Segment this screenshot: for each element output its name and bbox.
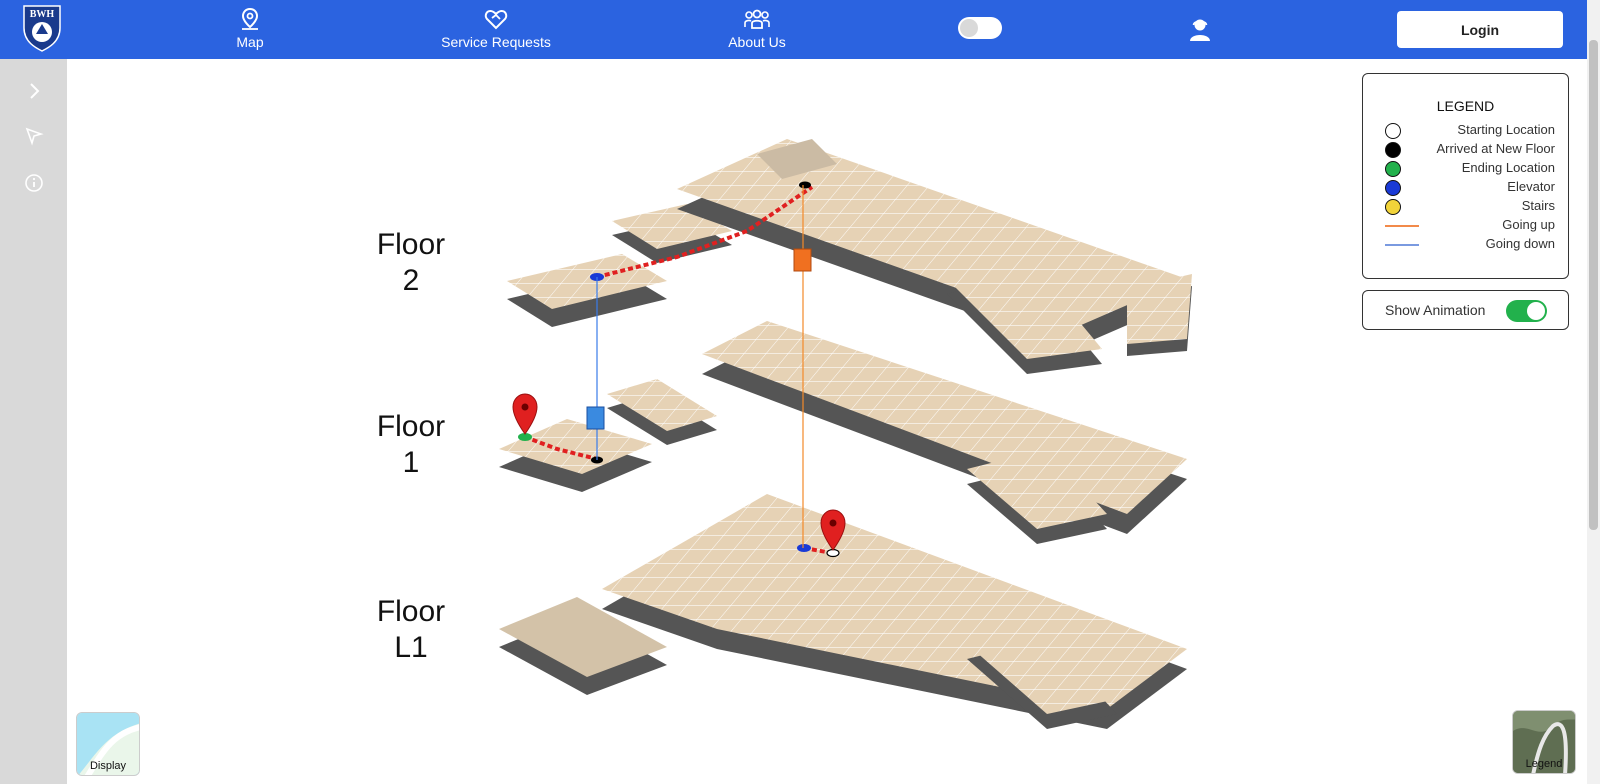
legend-button-label: Legend [1525,758,1563,770]
toggle-knob [960,19,978,37]
nav-map[interactable]: Map [220,6,280,56]
login-button[interactable]: Login [1397,11,1563,48]
cursor-pointer-icon[interactable] [22,124,46,148]
show-animation-control: Show Animation [1362,290,1569,330]
map-pin-icon [220,6,280,32]
legend-item: Arrived at New Floor [1385,141,1555,159]
user-headset-icon[interactable] [1187,16,1213,42]
arrived-new-floor-swatch [1385,142,1401,158]
ending-location-swatch [1385,161,1401,177]
nav-service-requests[interactable]: Service Requests [430,6,562,56]
floor-map[interactable] [67,59,1587,784]
floor-2-label: Floor 2 [376,228,446,297]
show-animation-label: Show Animation [1385,302,1486,318]
scrollbar-thumb[interactable] [1589,40,1598,530]
floor-1-label: Floor 1 [376,410,446,479]
going-down-swatch [1385,244,1419,246]
starting-location-swatch [1385,123,1401,139]
top-nav-bar: BWH Map Service Requests About Us Login [0,0,1587,59]
nav-service-requests-label: Service Requests [441,34,551,50]
legend-item: Ending Location [1385,160,1555,178]
floor-2-plan [507,139,1192,374]
toggle-knob [1527,302,1545,320]
legend-toggle-button[interactable]: Legend [1512,710,1576,774]
elevator-up-marker[interactable] [793,248,812,272]
scrollbar[interactable] [1587,0,1600,784]
logo-text: BWH [30,9,55,20]
nav-about-us-label: About Us [728,34,786,50]
chevron-right-icon[interactable] [22,79,46,103]
legend-item: Stairs [1385,198,1555,216]
legend-title: LEGEND [1436,98,1495,114]
map-area[interactable]: Floor 2 Floor 1 Floor L1 [67,59,1587,784]
legend-item: Going down [1385,236,1555,254]
legend-item: Elevator [1385,179,1555,197]
display-button-label: Display [89,760,127,772]
display-button[interactable]: Display [76,712,140,776]
legend-item: Going up [1385,217,1555,235]
bwh-logo[interactable]: BWH [22,4,62,52]
elevator-down-marker[interactable] [586,406,605,430]
show-animation-toggle[interactable] [1506,300,1547,322]
end-location-pin-icon[interactable] [512,393,538,435]
nav-about-us[interactable]: About Us [712,6,802,56]
sidebar [0,59,67,784]
team-icon [712,6,802,32]
heart-handshake-icon [430,6,562,32]
floor-L1-label: Floor L1 [376,595,446,664]
elevator-swatch [1385,180,1401,196]
legend-panel: LEGEND Starting Location Arrived at New … [1362,73,1569,279]
stairs-swatch [1385,199,1401,215]
theme-toggle[interactable] [958,17,1002,39]
nav-map-label: Map [236,34,264,50]
going-up-swatch [1385,225,1419,227]
info-icon[interactable] [22,171,46,195]
legend-item: Starting Location [1385,122,1555,140]
